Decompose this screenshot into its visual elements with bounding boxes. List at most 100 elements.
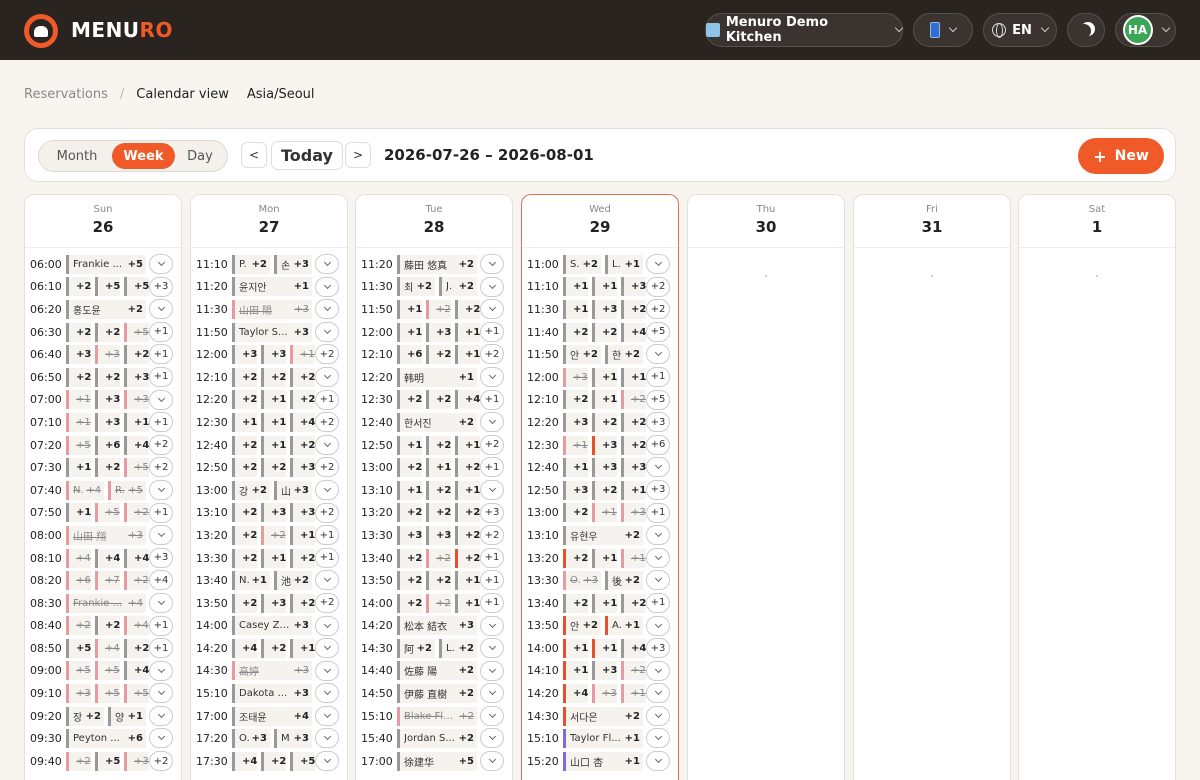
reservation-chip[interactable]: Blake Fle... +2: [397, 706, 477, 726]
reservation-chip[interactable]: +1: [455, 480, 480, 500]
reservation-chip[interactable]: +2: [397, 503, 422, 523]
reservation-chip[interactable]: +5: [95, 503, 120, 523]
reservation-chip[interactable]: +4: [621, 638, 646, 658]
breadcrumb-reservations[interactable]: Reservations: [24, 87, 108, 102]
reservation-chip[interactable]: +1: [261, 435, 286, 455]
expand-slot-button[interactable]: [646, 728, 670, 749]
reservation-chip[interactable]: +1: [397, 435, 422, 455]
expand-slot-button[interactable]: [149, 683, 173, 704]
reservation-chip[interactable]: +6: [397, 345, 422, 365]
reservation-chip[interactable]: 山 +3: [274, 480, 312, 500]
reservation-chip[interactable]: +1: [66, 503, 91, 523]
reservation-chip[interactable]: +1: [592, 548, 617, 568]
more-reservations-badge[interactable]: +1: [480, 570, 504, 591]
reservation-chip[interactable]: +2: [232, 525, 257, 545]
expand-slot-button[interactable]: [646, 751, 670, 772]
expand-slot-button[interactable]: [480, 728, 504, 749]
expand-slot-button[interactable]: [315, 683, 339, 704]
reservation-chip[interactable]: +4: [95, 638, 120, 658]
more-reservations-badge[interactable]: +2: [646, 299, 670, 320]
reservation-chip[interactable]: +2: [455, 525, 480, 545]
reservation-chip[interactable]: +7: [95, 571, 120, 591]
reservation-chip[interactable]: +1: [66, 390, 91, 410]
reservation-chip[interactable]: N. +4: [66, 480, 104, 500]
reservation-chip[interactable]: +3: [66, 684, 91, 704]
reservation-chip[interactable]: +2: [455, 503, 480, 523]
reservation-chip[interactable]: 서다은 +2: [563, 706, 643, 726]
expand-slot-button[interactable]: [315, 254, 339, 274]
device-menu-button[interactable]: [913, 13, 973, 47]
reservation-chip[interactable]: +2: [426, 390, 451, 410]
reservation-chip[interactable]: +2: [290, 593, 315, 613]
expand-slot-button[interactable]: [480, 638, 504, 659]
reservation-chip[interactable]: +2: [426, 571, 451, 591]
reservation-chip[interactable]: 손 +3: [274, 254, 312, 274]
reservation-chip[interactable]: +2: [592, 322, 617, 342]
reservation-chip[interactable]: +1: [563, 277, 588, 297]
reservation-chip[interactable]: 山田 陽 +3: [232, 299, 312, 319]
reservation-chip[interactable]: +2: [66, 616, 91, 636]
more-reservations-badge[interactable]: +2: [315, 502, 339, 523]
reservation-chip[interactable]: +5: [95, 684, 120, 704]
expand-slot-button[interactable]: [315, 276, 339, 297]
reservation-chip[interactable]: +2: [95, 458, 120, 478]
reservation-chip[interactable]: +2: [426, 548, 451, 568]
reservation-chip[interactable]: +3: [66, 345, 91, 365]
reservation-chip[interactable]: +2: [426, 480, 451, 500]
view-week-button[interactable]: Week: [112, 143, 175, 169]
more-reservations-badge[interactable]: +3: [480, 502, 504, 523]
expand-slot-button[interactable]: [646, 344, 670, 365]
reservation-chip[interactable]: 阿 +2: [397, 638, 435, 658]
reservation-chip[interactable]: +5: [66, 435, 91, 455]
reservation-chip[interactable]: 池 +2: [274, 571, 312, 591]
reservation-chip[interactable]: Jordan S... +2: [397, 729, 477, 749]
reservation-chip[interactable]: R. +5: [108, 480, 146, 500]
view-month-button[interactable]: Month: [42, 143, 112, 169]
reservation-chip[interactable]: 佐藤 陽 +2: [397, 661, 477, 681]
reservation-chip[interactable]: +2: [563, 390, 588, 410]
more-reservations-badge[interactable]: +4: [149, 570, 173, 591]
expand-slot-button[interactable]: [480, 479, 504, 500]
more-reservations-badge[interactable]: +3: [149, 276, 173, 297]
expand-slot-button[interactable]: [480, 705, 504, 726]
expand-slot-button[interactable]: [315, 366, 339, 387]
reservation-chip[interactable]: +2: [290, 367, 315, 387]
reservation-chip[interactable]: +5: [95, 751, 120, 771]
reservation-chip[interactable]: +2: [426, 435, 451, 455]
more-reservations-badge[interactable]: +5: [646, 321, 670, 342]
expand-slot-button[interactable]: [315, 728, 339, 749]
day-header[interactable]: Tue 28: [356, 195, 512, 248]
more-reservations-badge[interactable]: +1: [315, 547, 339, 568]
reservation-chip[interactable]: P. +2: [232, 254, 270, 274]
more-reservations-badge[interactable]: +6: [646, 434, 670, 455]
reservation-chip[interactable]: +1: [455, 571, 480, 591]
brand-name[interactable]: MENURO: [71, 18, 173, 42]
expand-slot-button[interactable]: [480, 276, 504, 297]
reservation-chip[interactable]: +1: [66, 412, 91, 432]
reservation-chip[interactable]: +2: [232, 593, 257, 613]
reservation-chip[interactable]: Taylor Fl... +1: [563, 729, 643, 749]
reservation-chip[interactable]: +1: [563, 299, 588, 319]
reservation-chip[interactable]: +3: [592, 299, 617, 319]
more-reservations-badge[interactable]: +2: [149, 751, 173, 772]
more-reservations-badge[interactable]: +1: [646, 366, 670, 387]
reservation-chip[interactable]: +4: [66, 548, 91, 568]
reservation-chip[interactable]: 홍도윤 +2: [66, 299, 146, 319]
reservation-chip[interactable]: +1: [455, 345, 480, 365]
reservation-chip[interactable]: +3: [124, 367, 149, 387]
day-header[interactable]: Fri 31: [854, 195, 1010, 248]
reservation-chip[interactable]: +4: [124, 548, 149, 568]
reservation-chip[interactable]: +5: [66, 638, 91, 658]
reservation-chip[interactable]: +2: [95, 322, 120, 342]
reservation-chip[interactable]: +1: [563, 435, 588, 455]
expand-slot-button[interactable]: [646, 615, 670, 636]
reservation-chip[interactable]: +2: [397, 548, 422, 568]
day-header[interactable]: Sun 26: [25, 195, 181, 248]
reservation-chip[interactable]: L. +2: [439, 638, 477, 658]
reservation-chip[interactable]: +1: [397, 322, 422, 342]
reservation-chip[interactable]: L. +1: [605, 254, 643, 274]
chef-hat-logo-icon[interactable]: [24, 14, 58, 48]
reservation-chip[interactable]: +1: [290, 525, 315, 545]
reservation-chip[interactable]: +2: [455, 548, 480, 568]
more-reservations-badge[interactable]: +3: [646, 479, 670, 500]
